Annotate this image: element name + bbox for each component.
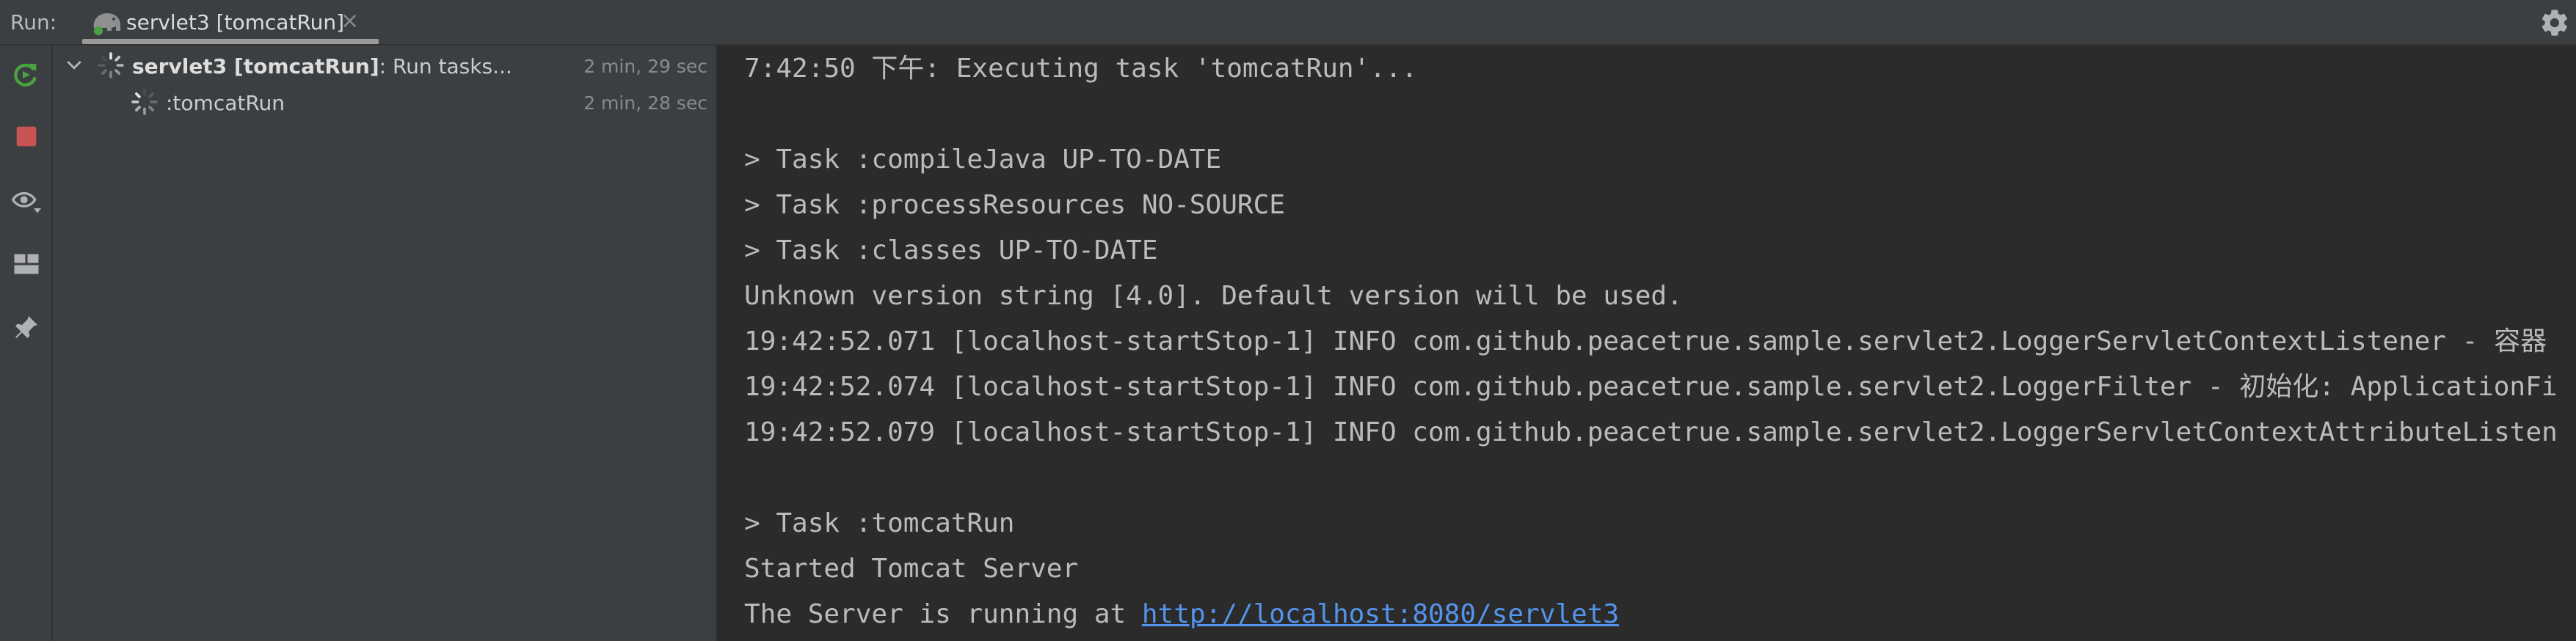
run-config-tab[interactable]: servlet3 [tomcatRun] × — [82, 0, 379, 44]
rerun-icon — [12, 60, 41, 93]
pin-icon — [13, 314, 40, 344]
close-tab-icon[interactable]: × — [341, 8, 359, 34]
server-url-prefix: The Server is running at — [744, 599, 1142, 629]
server-url-link[interactable]: http://localhost:8080/servlet3 — [1142, 599, 1619, 629]
gear-icon[interactable] — [2539, 7, 2570, 38]
stop-icon — [15, 125, 38, 152]
console-line: Started Tomcat Server — [744, 554, 1079, 584]
chevron-down-icon[interactable] — [63, 54, 85, 76]
console-line: > Task :classes UP-TO-DATE — [744, 235, 1158, 265]
console-line: > Task :processResources NO-SOURCE — [744, 190, 1285, 220]
console-line: 19:42:52.071 [localhost-startStop-1] INF… — [744, 326, 2547, 356]
run-tab-label: servlet3 [tomcatRun] — [126, 10, 345, 34]
console-line: > Task :tomcatRun — [744, 508, 1015, 538]
layout-icon — [13, 251, 40, 281]
console-line-server-url: The Server is running at http://localhos… — [744, 598, 1619, 631]
tree-root-duration: 2 min, 29 sec — [583, 56, 707, 77]
run-toolbar — [0, 45, 53, 641]
view-options-button[interactable] — [7, 183, 46, 221]
console-line: 19:42:52.074 [localhost-startStop-1] INF… — [744, 372, 2558, 402]
layout-button[interactable] — [7, 246, 46, 285]
console-line: 19:42:52.079 [localhost-startStop-1] INF… — [744, 417, 2558, 447]
console-line: > Task :compileJava UP-TO-DATE — [744, 144, 1222, 175]
console-line: 7:42:50 下午: Executing task 'tomcatRun'..… — [744, 54, 1418, 84]
spinner-icon — [131, 88, 159, 116]
run-label: Run: — [10, 10, 57, 34]
spinner-icon — [97, 51, 125, 79]
stop-button[interactable] — [7, 119, 46, 157]
rerun-button[interactable] — [7, 57, 46, 95]
tree-child-duration: 2 min, 28 sec — [583, 92, 707, 114]
task-tree: servlet3 [tomcatRun]: Run tasks... 2 min… — [53, 45, 718, 641]
tree-root-status: : Run tasks... — [379, 54, 512, 78]
tree-child-label: :tomcatRun — [166, 91, 285, 115]
run-tool-window-header: Run: servlet3 [tomcatRun] × — [0, 0, 2576, 45]
gradle-elephant-icon — [91, 9, 123, 35]
tree-root-label: servlet3 [tomcatRun]: Run tasks... — [132, 54, 512, 78]
tree-root-name: servlet3 [tomcatRun] — [132, 54, 379, 78]
pin-tab-button[interactable] — [7, 309, 46, 348]
tree-row-child[interactable]: :tomcatRun 2 min, 28 sec — [53, 85, 716, 120]
active-tab-underline — [82, 39, 379, 44]
console-line: Unknown version string [4.0]. Default ve… — [744, 281, 1683, 311]
eye-icon — [11, 186, 41, 219]
console-output[interactable]: 7:42:50 下午: Executing task 'tomcatRun'..… — [718, 45, 2576, 641]
tree-row-root[interactable]: servlet3 [tomcatRun]: Run tasks... 2 min… — [53, 48, 716, 84]
